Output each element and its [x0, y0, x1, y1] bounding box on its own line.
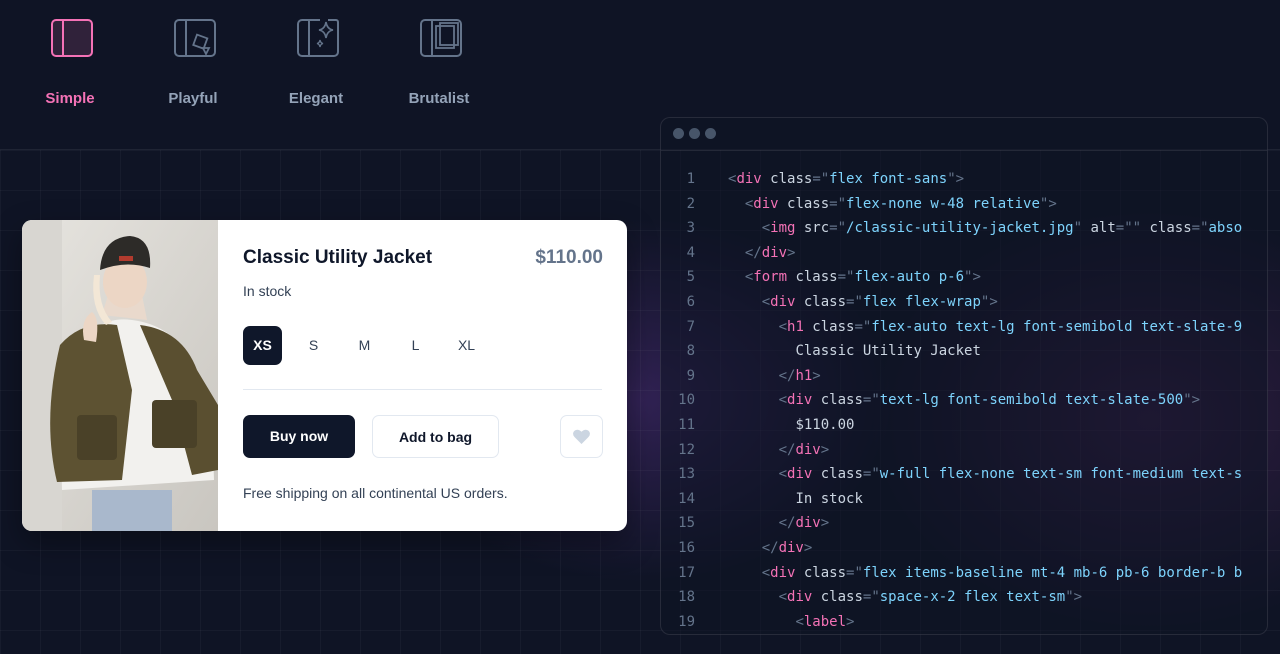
editor-title-bar — [661, 118, 1267, 151]
code-line: 7 <h1 class="flex-auto text-lg font-semi… — [661, 315, 1267, 340]
code-text: <div class="flex font-sans"> — [728, 171, 965, 187]
tab-simple[interactable]: Simple — [10, 0, 130, 130]
code-text: $110.00 — [795, 416, 855, 433]
code-text: <div class="text-lg font-semibold text-s… — [778, 392, 1201, 409]
line-number: 12 — [678, 441, 695, 458]
size-option-m[interactable]: M — [345, 326, 384, 365]
sparkle-icon — [297, 19, 339, 57]
stock-status: In stock — [243, 283, 292, 299]
code-text: <div class="flex flex-wrap"> — [761, 293, 998, 310]
code-text: <label> — [795, 613, 855, 630]
code-line: 14 In stock — [661, 487, 1267, 512]
code-text: <img src="/classic-utility-jacket.jpg" a… — [761, 220, 1243, 237]
code-text: </div> — [778, 441, 830, 458]
code-text: </div> — [761, 539, 813, 556]
size-option-s[interactable]: S — [294, 326, 333, 365]
code-line: 19 <label> — [661, 610, 1267, 634]
size-option-xl[interactable]: XL — [447, 326, 486, 365]
tab-elegant[interactable]: Elegant — [256, 0, 376, 130]
line-number: 17 — [678, 564, 695, 581]
line-number: 4 — [686, 244, 695, 261]
favorite-button[interactable] — [560, 415, 603, 458]
code-text: </h1> — [778, 367, 821, 384]
code-line: 8 Classic Utility Jacket — [661, 339, 1267, 364]
code-line: 11 $110.00 — [661, 413, 1267, 438]
tab-label: Elegant — [288, 90, 344, 107]
heart-icon — [573, 429, 590, 444]
code-text: </div> — [744, 244, 796, 261]
stacked-squares-icon — [420, 19, 462, 57]
code-text: <div class="space-x-2 flex text-sm"> — [778, 589, 1083, 606]
tab-label: Brutalist — [408, 90, 470, 107]
theme-tabs: Simple Playful Elegant Brutalist — [0, 0, 560, 130]
code-line: 3 <img src="/classic-utility-jacket.jpg"… — [661, 216, 1267, 241]
product-title: Classic Utility Jacket — [243, 247, 433, 268]
code-line: 17 <div class="flex items-baseline mt-4 … — [661, 561, 1267, 586]
line-number: 10 — [678, 392, 695, 409]
code-line: 5 <form class="flex-auto p-6"> — [661, 265, 1267, 290]
size-option-xs[interactable]: XS — [243, 326, 282, 365]
code-line: 15 </div> — [661, 511, 1267, 536]
code-text: Classic Utility Jacket — [795, 343, 981, 360]
divider — [243, 389, 602, 390]
code-line: 2 <div class="flex-none w-48 relative"> — [661, 192, 1267, 217]
code-text: <div class="flex-none w-48 relative"> — [744, 195, 1057, 212]
tab-playful[interactable]: Playful — [133, 0, 253, 130]
code-line: 10 <div class="text-lg font-semibold tex… — [661, 388, 1267, 413]
line-number: 19 — [678, 613, 695, 630]
line-number: 7 — [686, 318, 695, 335]
tab-brutalist[interactable]: Brutalist — [379, 0, 499, 130]
line-number: 2 — [686, 195, 695, 212]
line-number: 14 — [678, 490, 695, 507]
shapes-icon — [174, 19, 216, 57]
product-form: Classic Utility Jacket $110.00 In stock … — [218, 220, 627, 531]
line-number: 9 — [686, 367, 695, 384]
code-block: 1 <div class="flex font-sans"> 2 <div clas… — [661, 167, 1267, 634]
code-line: 9 </h1> — [661, 364, 1267, 389]
tab-label: Playful — [168, 90, 218, 107]
code-text: <form class="flex-auto p-6"> — [744, 269, 981, 286]
window-dot — [689, 128, 700, 139]
line-number: 18 — [678, 589, 695, 606]
code-text: </div> — [778, 515, 830, 532]
line-number: 16 — [678, 539, 695, 556]
line-number: 13 — [678, 466, 695, 483]
add-to-bag-button[interactable]: Add to bag — [372, 415, 499, 458]
tab-label: Simple — [45, 90, 95, 107]
code-line: 16 </div> — [661, 536, 1267, 561]
line-number: 8 — [686, 343, 695, 360]
code-line: 1 <div class="flex font-sans"> — [661, 167, 1267, 192]
code-text: <div class="w-full flex-none text-sm fon… — [778, 466, 1243, 483]
code-line: 4 </div> — [661, 241, 1267, 266]
line-number: 6 — [686, 293, 695, 310]
code-line: 6 <div class="flex flex-wrap"> — [661, 290, 1267, 315]
code-line: 12 </div> — [661, 438, 1267, 463]
window-dot — [673, 128, 684, 139]
line-number: 5 — [686, 269, 695, 286]
product-photo — [22, 220, 218, 531]
code-text: <h1 class="flex-auto text-lg font-semibo… — [778, 318, 1243, 335]
layout-sidebar-icon — [51, 19, 93, 57]
size-option-l[interactable]: L — [396, 326, 435, 365]
line-number: 3 — [686, 220, 695, 237]
buy-now-button[interactable]: Buy now — [243, 415, 355, 458]
code-text: <div class="flex items-baseline mt-4 mb-… — [761, 564, 1243, 581]
window-dot — [705, 128, 716, 139]
shipping-note: Free shipping on all continental US orde… — [243, 485, 508, 501]
line-number: 1 — [686, 171, 695, 187]
code-text: In stock — [795, 490, 863, 507]
code-line: 18 <div class="space-x-2 flex text-sm"> — [661, 585, 1267, 610]
line-number: 11 — [678, 416, 695, 433]
code-editor: 1 <div class="flex font-sans"> 2 <div clas… — [660, 117, 1268, 635]
product-card: Classic Utility Jacket $110.00 In stock … — [22, 220, 627, 531]
code-line: 13 <div class="w-full flex-none text-sm … — [661, 462, 1267, 487]
product-price: $110.00 — [535, 247, 603, 268]
line-number: 15 — [678, 515, 695, 532]
